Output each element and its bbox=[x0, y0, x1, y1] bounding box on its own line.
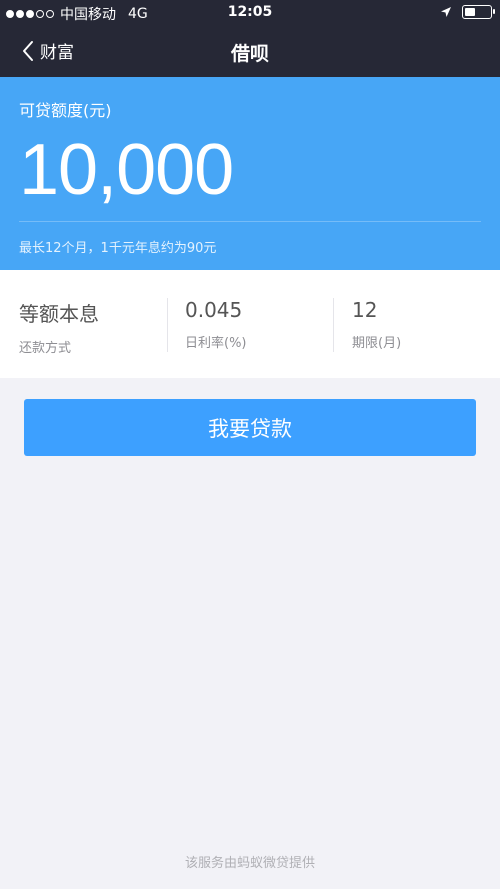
term-caption: 期限(月) bbox=[352, 336, 402, 351]
repayment-method-caption: 还款方式 bbox=[19, 341, 72, 356]
apply-loan-button[interactable]: 我要贷款 bbox=[24, 399, 476, 456]
credit-limit-card: 可贷额度(元) 10,000 最长12个月，1千元年息约为90元 bbox=[0, 77, 500, 270]
repayment-method-item: 等额本息 还款方式 bbox=[19, 298, 99, 356]
navigation-bar: 财富 借呗 bbox=[0, 26, 500, 77]
page-title: 借呗 bbox=[230, 43, 269, 65]
term-item: 12 期限(月) bbox=[352, 298, 401, 351]
status-right bbox=[440, 5, 495, 19]
term-value: 12 bbox=[352, 298, 378, 322]
status-bar: 中国移动 4G 12:05 bbox=[0, 0, 500, 26]
daily-rate-item: 0.045 日利率(%) bbox=[185, 298, 247, 351]
divider bbox=[333, 298, 334, 352]
daily-rate-caption: 日利率(%) bbox=[185, 336, 247, 351]
battery-fill bbox=[465, 8, 475, 16]
provider-footer: 该服务由蚂蚁微贷提供 bbox=[184, 856, 315, 871]
status-time: 12:05 bbox=[227, 4, 273, 20]
loan-info-panel: 等额本息 还款方式 0.045 日利率(%) 12 期限(月) bbox=[0, 270, 500, 378]
repayment-method-value: 等额本息 bbox=[19, 302, 99, 326]
divider bbox=[19, 221, 481, 222]
credit-limit-label: 可贷额度(元) bbox=[19, 101, 112, 120]
interest-note: 最长12个月，1千元年息约为90元 bbox=[19, 241, 217, 256]
credit-limit-amount: 10,000 bbox=[19, 130, 234, 210]
location-arrow-icon bbox=[441, 7, 451, 17]
battery-icon bbox=[462, 5, 495, 19]
divider bbox=[167, 298, 168, 352]
daily-rate-value: 0.045 bbox=[185, 298, 243, 322]
